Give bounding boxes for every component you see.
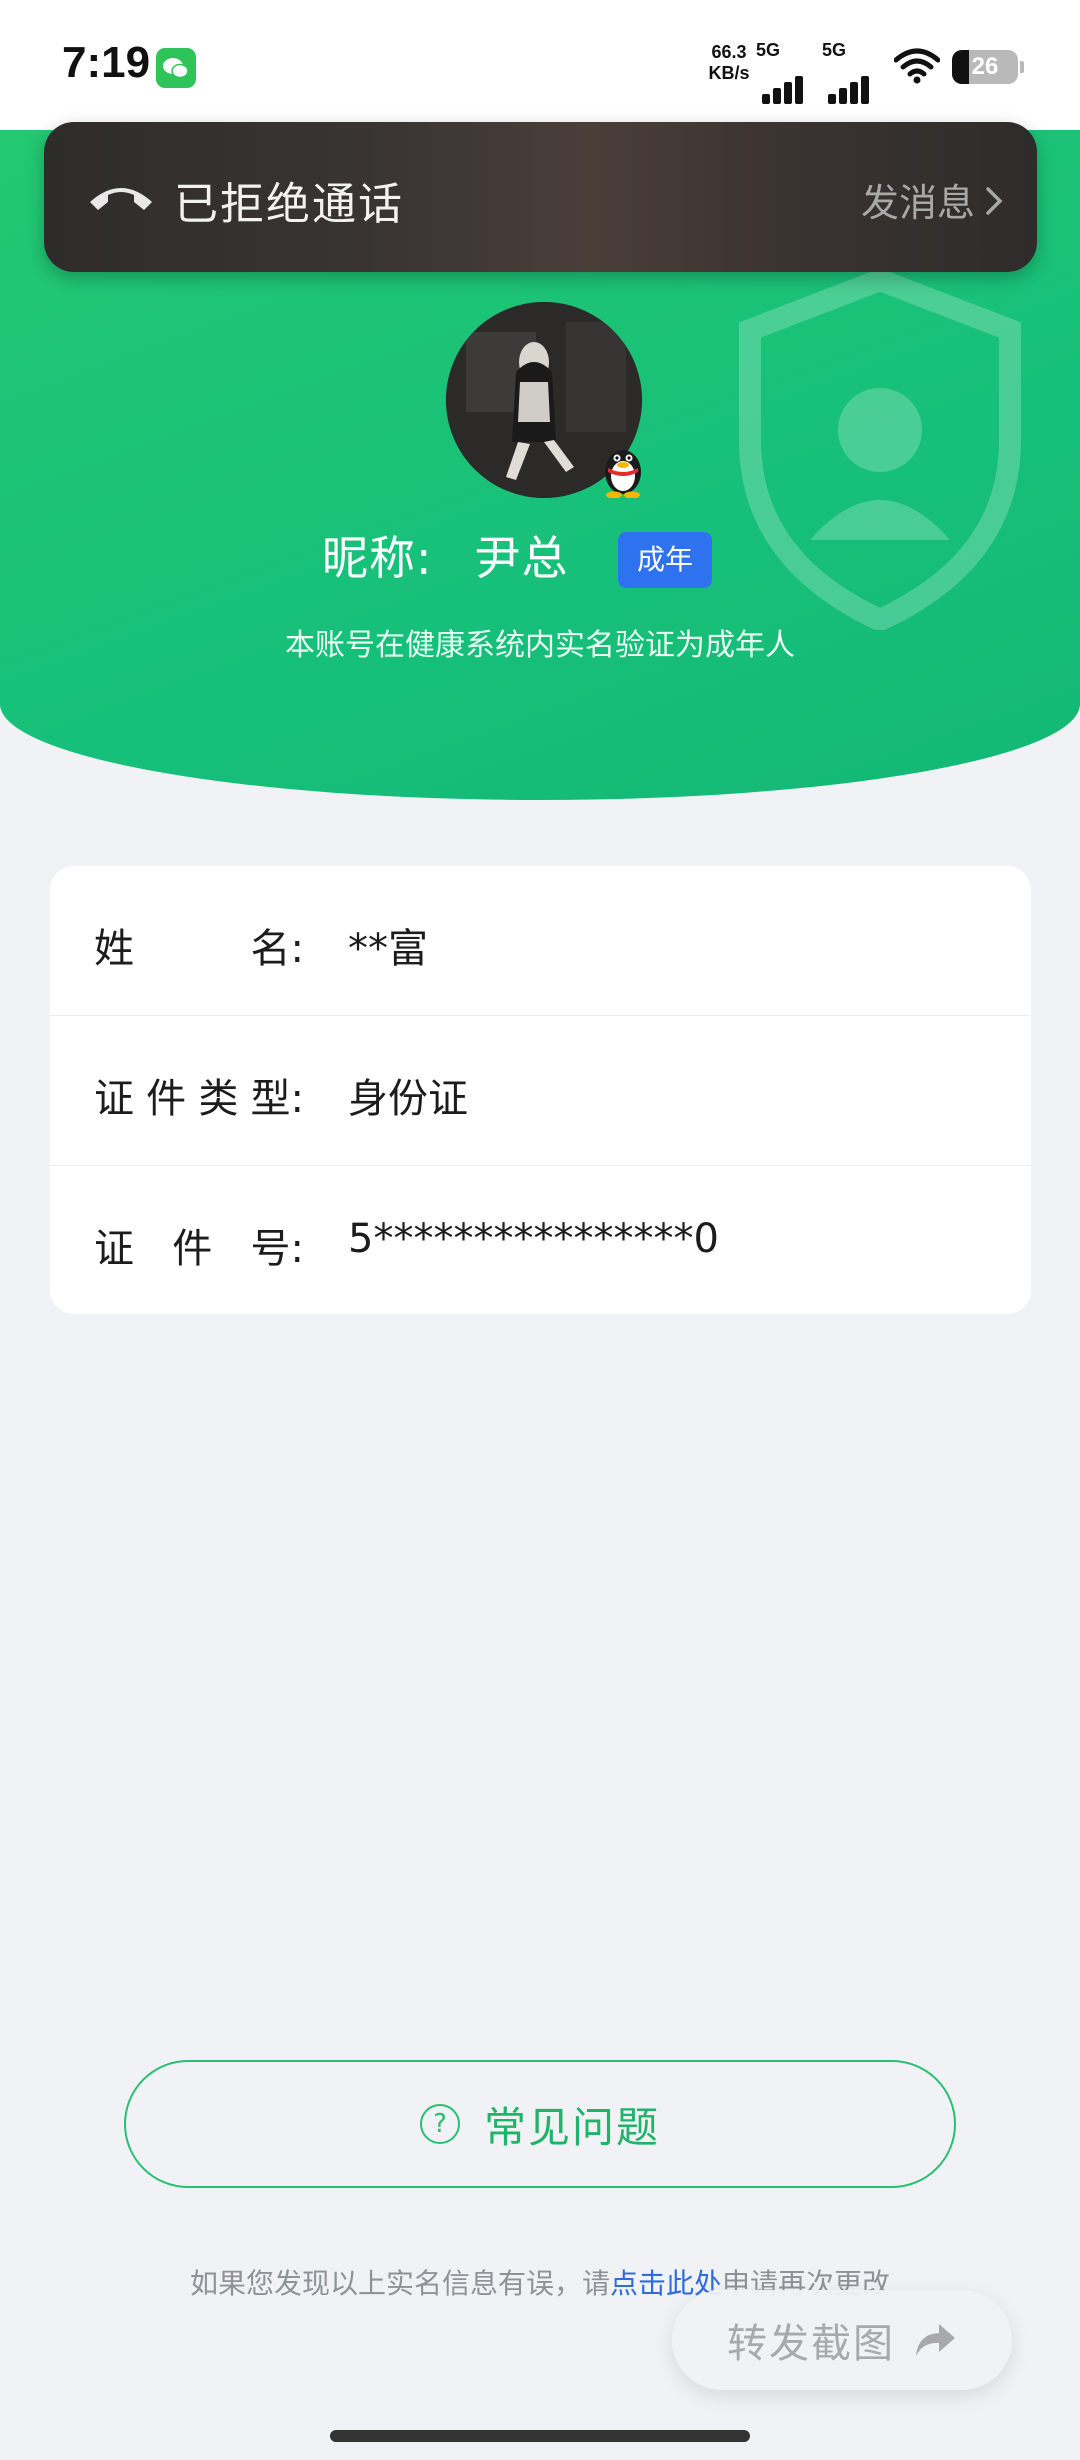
status-time: 7:19 [62,38,151,87]
info-row-id-type: 证 件 类 型: 身份证 [50,1016,1031,1166]
info-value-name: **富 [348,926,428,972]
send-message-button[interactable]: 发消息 [861,172,1003,227]
info-value-id-type: 身份证 [348,1076,468,1122]
battery-icon: 26 [952,50,1018,84]
chevron-right-icon [985,181,1003,225]
info-label: 姓 名: [94,926,304,972]
hangup-phone-icon [90,188,152,210]
info-row-name: 姓 名: **富 [50,866,1031,1016]
qq-penguin-icon [605,450,641,498]
identity-info-card: 姓 名: **富 证 件 类 型: 身份证 证 件 号: 5**********… [50,866,1031,1314]
call-status-title: 已拒绝通话 [174,179,404,230]
verification-note: 本账号在健康系统内实名验证为成年人 [285,628,795,663]
home-indicator[interactable] [330,2430,750,2442]
info-label: 证 件 类 型: [94,1076,304,1122]
info-row-id-number: 证 件 号: 5****************0 [50,1166,1031,1316]
question-circle-icon: ? [419,2104,460,2144]
status-bar: 7:19 66.3 KB/s 5G 5G 26 [0,0,1080,130]
share-label: 转发截图 [727,2321,895,2367]
wifi-icon [894,48,940,84]
adult-status-badge: 成年 [618,532,712,588]
nickname: 昵称: 尹总 [322,522,569,588]
wechat-icon [156,48,196,88]
call-banner[interactable]: 已拒绝通话 发消息 [44,122,1037,272]
network-speed: 66.3 KB/s [708,42,750,83]
share-screenshot-button[interactable]: 转发截图 [672,2290,1012,2390]
nickname-value: 尹总 [474,531,569,585]
faq-button[interactable]: ? 常见问题 [124,2060,956,2188]
info-label: 证 件 号: [94,1226,304,1272]
shield-decoration-icon [739,270,1021,630]
share-arrow-icon [916,2324,955,2356]
faq-label: 常见问题 [483,2102,660,2152]
nickname-label: 昵称: [322,531,433,585]
info-value-id-number: 5****************0 [348,1216,719,1262]
